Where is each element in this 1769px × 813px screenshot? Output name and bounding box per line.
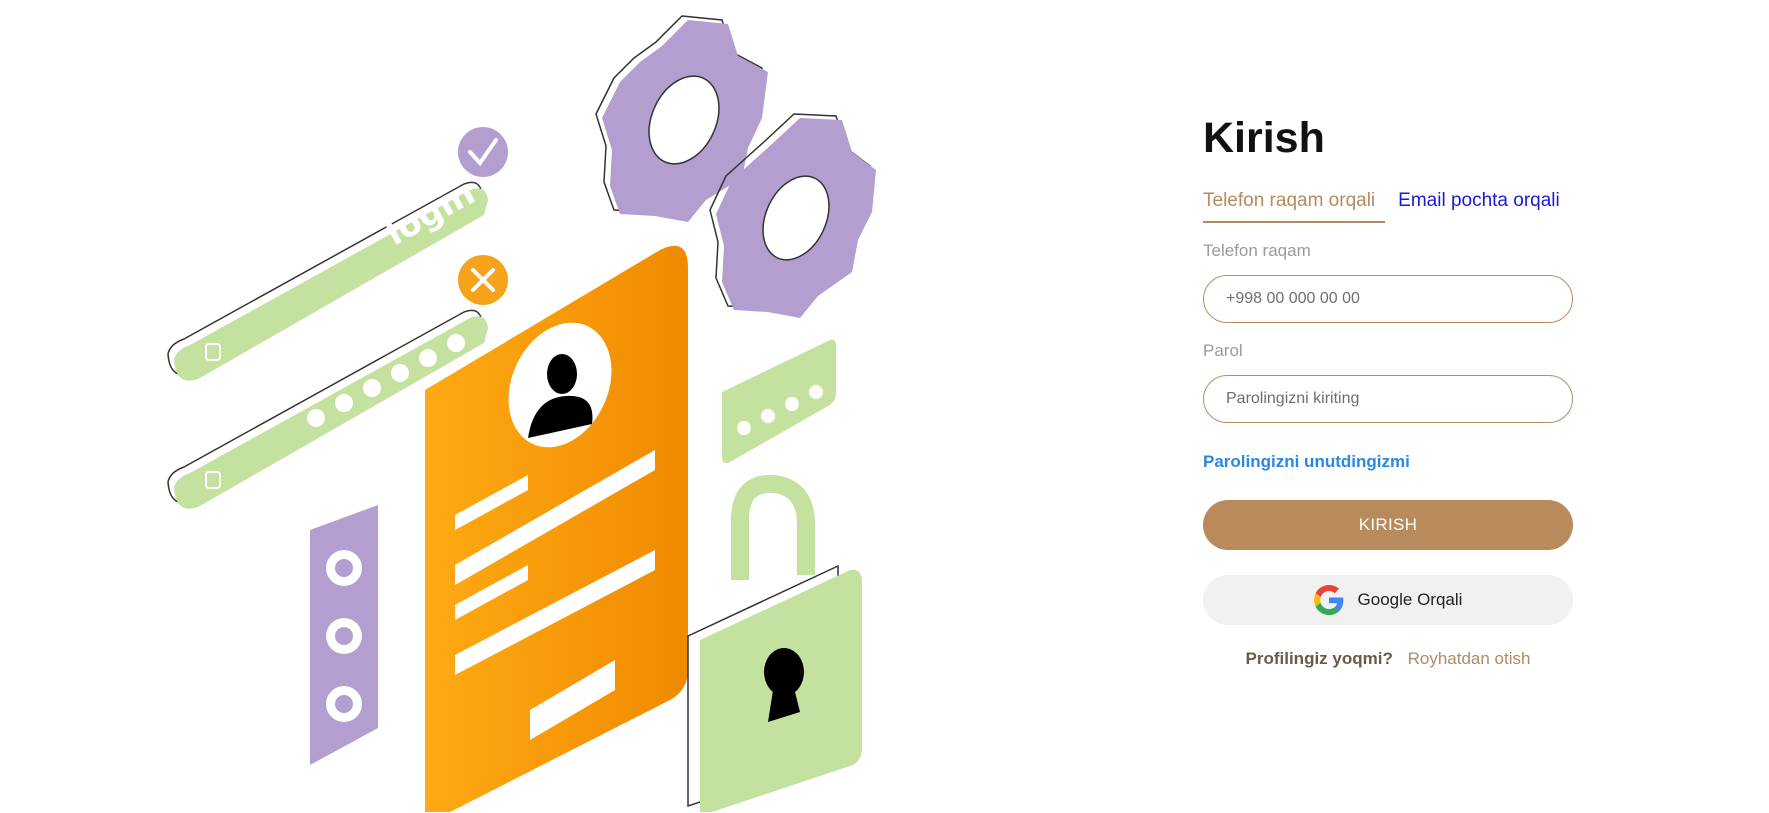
- slider-graphic: [310, 505, 378, 765]
- password-label: Parol: [1203, 341, 1243, 360]
- phone-input[interactable]: [1224, 289, 1552, 309]
- login-button[interactable]: KIRISH: [1203, 500, 1573, 550]
- phone-field-wrapper: [1203, 275, 1573, 323]
- login-form: Kirish Telefon raqam orqali Email pochta…: [1203, 112, 1575, 669]
- google-login-button[interactable]: Google Orqali: [1203, 575, 1573, 625]
- no-profile-text: Profilingiz yoqmi?: [1245, 649, 1393, 668]
- forgot-password-link[interactable]: Parolingizni unutdingizmi: [1203, 451, 1575, 473]
- page-title: Kirish: [1203, 114, 1325, 162]
- padlock-icon: [687, 474, 862, 812]
- password-input[interactable]: [1224, 389, 1552, 409]
- pin-graphic: [722, 339, 836, 464]
- check-icon: [458, 127, 508, 177]
- login-page: login Kirish Telefon raqam orqali Email …: [0, 0, 1769, 813]
- google-icon: [1313, 585, 1343, 615]
- phone-label: Telefon raqam: [1203, 241, 1311, 260]
- register-prompt: Profilingiz yoqmi? Royhatdan otish: [1203, 649, 1573, 669]
- password-field-wrapper: [1203, 375, 1573, 423]
- tab-email[interactable]: Email pochta orqali: [1398, 187, 1560, 223]
- login-illustration: login: [167, 15, 876, 812]
- login-method-tabs: Telefon raqam orqali Email pochta orqali: [1203, 185, 1575, 223]
- register-link[interactable]: Royhatdan otish: [1408, 649, 1531, 668]
- tab-phone[interactable]: Telefon raqam orqali: [1203, 187, 1386, 223]
- google-button-label: Google Orqali: [1357, 590, 1463, 609]
